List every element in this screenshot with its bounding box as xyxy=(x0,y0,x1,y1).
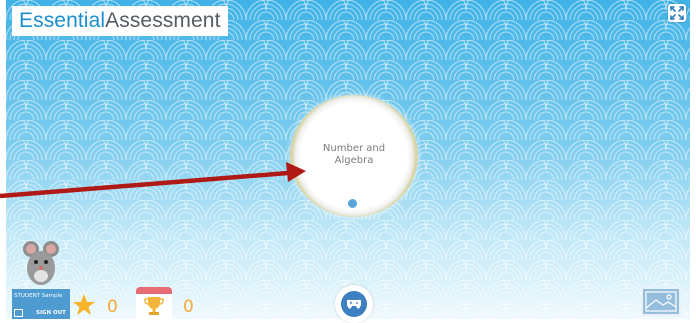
logo-assessment: Assessment xyxy=(105,9,221,32)
trophy-card-band xyxy=(136,287,172,294)
student-name: STUDENT Sample xyxy=(14,293,63,299)
trophy-card[interactable] xyxy=(136,287,172,319)
gamepad-icon xyxy=(347,299,361,309)
mouse-mascot-icon xyxy=(23,241,59,285)
logo-essential: Essential xyxy=(19,9,106,32)
landscape-icon xyxy=(645,291,677,312)
game-button-inner xyxy=(341,291,367,317)
student-panel: STUDENT Sample SIGN OUT xyxy=(12,289,70,319)
star-icon xyxy=(73,294,95,315)
app-logo[interactable]: Essential Assessment xyxy=(12,6,228,36)
topic-page-indicator xyxy=(348,199,357,208)
star-count: 0 xyxy=(107,297,118,317)
trophy-icon xyxy=(144,297,164,315)
topic-label: Number and Algebra xyxy=(322,143,386,166)
background-picker-button[interactable] xyxy=(641,287,681,316)
trophy-count: 0 xyxy=(183,297,194,317)
fullscreen-icon xyxy=(670,6,684,20)
game-button[interactable] xyxy=(335,285,373,323)
fullscreen-button[interactable] xyxy=(668,4,686,22)
sign-out-button[interactable]: SIGN OUT xyxy=(36,310,66,316)
sign-out-icon[interactable] xyxy=(14,309,23,317)
